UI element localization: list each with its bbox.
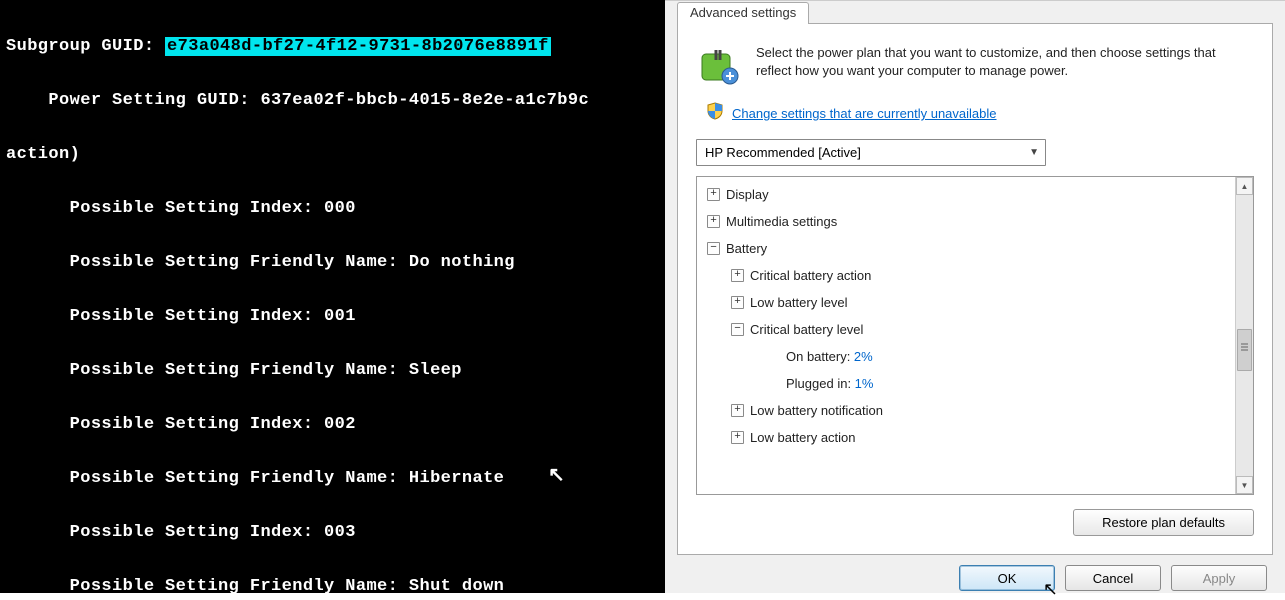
- tree-label: Critical battery level: [750, 316, 863, 343]
- tree-label: Battery: [726, 235, 767, 262]
- cursor-icon: ↖: [1043, 579, 1058, 600]
- plugged-in-value[interactable]: 1%: [855, 376, 874, 391]
- tree-label: Multimedia settings: [726, 208, 837, 235]
- uac-shield-icon: [706, 102, 724, 125]
- apply-button[interactable]: Apply: [1171, 565, 1267, 591]
- console-line: Possible Setting Friendly Name: Shut dow…: [6, 578, 659, 593]
- on-battery-label: On battery:: [786, 349, 854, 364]
- tree-item-battery[interactable]: − Battery: [701, 235, 1231, 262]
- tree-label: Display: [726, 181, 769, 208]
- plugged-in-label: Plugged in:: [786, 376, 855, 391]
- command-prompt: Subgroup GUID: e73a048d-bf27-4f12-9731-8…: [0, 0, 665, 593]
- expand-icon[interactable]: +: [707, 188, 720, 201]
- tree-item-multimedia[interactable]: + Multimedia settings: [701, 208, 1231, 235]
- expand-icon[interactable]: +: [731, 404, 744, 417]
- console-line: Possible Setting Friendly Name: Hibernat…: [6, 470, 659, 488]
- scrollbar-vertical[interactable]: ▲ ▼: [1235, 177, 1253, 494]
- settings-tree: + Display + Multimedia settings − Batter…: [696, 176, 1254, 495]
- console-line: Possible Setting Index: 002: [6, 416, 659, 434]
- tree-label: Low battery action: [750, 424, 856, 451]
- spacer: [767, 350, 780, 363]
- subgroup-label: Subgroup GUID:: [6, 37, 165, 56]
- chevron-down-icon: ▼: [1029, 147, 1039, 158]
- power-options-dialog: Advanced settings Select the power plan …: [665, 0, 1285, 593]
- spacer: [767, 377, 780, 390]
- cancel-button[interactable]: Cancel: [1065, 565, 1161, 591]
- power-plan-icon: [696, 44, 740, 88]
- power-plan-select[interactable]: HP Recommended [Active] ▼: [696, 139, 1046, 166]
- collapse-icon[interactable]: −: [707, 242, 720, 255]
- tab-body: Select the power plan that you want to c…: [677, 23, 1273, 555]
- tree-item-low-action[interactable]: + Low battery action: [701, 424, 1231, 451]
- tree-item-critical-action[interactable]: + Critical battery action: [701, 262, 1231, 289]
- collapse-icon[interactable]: −: [731, 323, 744, 336]
- scrollbar-track[interactable]: [1236, 195, 1253, 476]
- tree-item-low-notification[interactable]: + Low battery notification: [701, 397, 1231, 424]
- tree-item-plugged-in[interactable]: Plugged in: 1%: [701, 370, 1231, 397]
- console-line: Power Setting GUID: 637ea02f-bbcb-4015-8…: [6, 92, 659, 110]
- ok-button-label: OK: [998, 571, 1017, 586]
- expand-icon[interactable]: +: [731, 431, 744, 444]
- restore-defaults-button[interactable]: Restore plan defaults: [1073, 509, 1254, 536]
- tree-label: Low battery level: [750, 289, 848, 316]
- tree-item-low-level[interactable]: + Low battery level: [701, 289, 1231, 316]
- console-line: Possible Setting Index: 001: [6, 308, 659, 326]
- console-line: action): [6, 146, 659, 164]
- tree-item-on-battery[interactable]: On battery: 2%: [701, 343, 1231, 370]
- expand-icon[interactable]: +: [731, 269, 744, 282]
- tree-label: Critical battery action: [750, 262, 871, 289]
- console-line: Possible Setting Friendly Name: Sleep: [6, 362, 659, 380]
- tab-advanced-settings[interactable]: Advanced settings: [677, 2, 809, 24]
- expand-icon[interactable]: +: [731, 296, 744, 309]
- console-line: Possible Setting Friendly Name: Do nothi…: [6, 254, 659, 272]
- change-unavailable-settings-link[interactable]: Change settings that are currently unava…: [732, 106, 997, 121]
- console-line: Possible Setting Index: 003: [6, 524, 659, 542]
- ok-button[interactable]: OK ↖: [959, 565, 1055, 591]
- description-text: Select the power plan that you want to c…: [756, 44, 1254, 88]
- tree-item-critical-level[interactable]: − Critical battery level: [701, 316, 1231, 343]
- on-battery-value[interactable]: 2%: [854, 349, 873, 364]
- tree-item-display[interactable]: + Display: [701, 181, 1231, 208]
- scrollbar-thumb[interactable]: [1237, 329, 1252, 371]
- tree-label: Low battery notification: [750, 397, 883, 424]
- expand-icon[interactable]: +: [707, 215, 720, 228]
- power-plan-selected: HP Recommended [Active]: [705, 145, 861, 160]
- scroll-down-button[interactable]: ▼: [1236, 476, 1253, 494]
- console-line: Possible Setting Index: 000: [6, 200, 659, 218]
- scroll-up-button[interactable]: ▲: [1236, 177, 1253, 195]
- subgroup-guid-highlight: e73a048d-bf27-4f12-9731-8b2076e8891f: [165, 37, 551, 56]
